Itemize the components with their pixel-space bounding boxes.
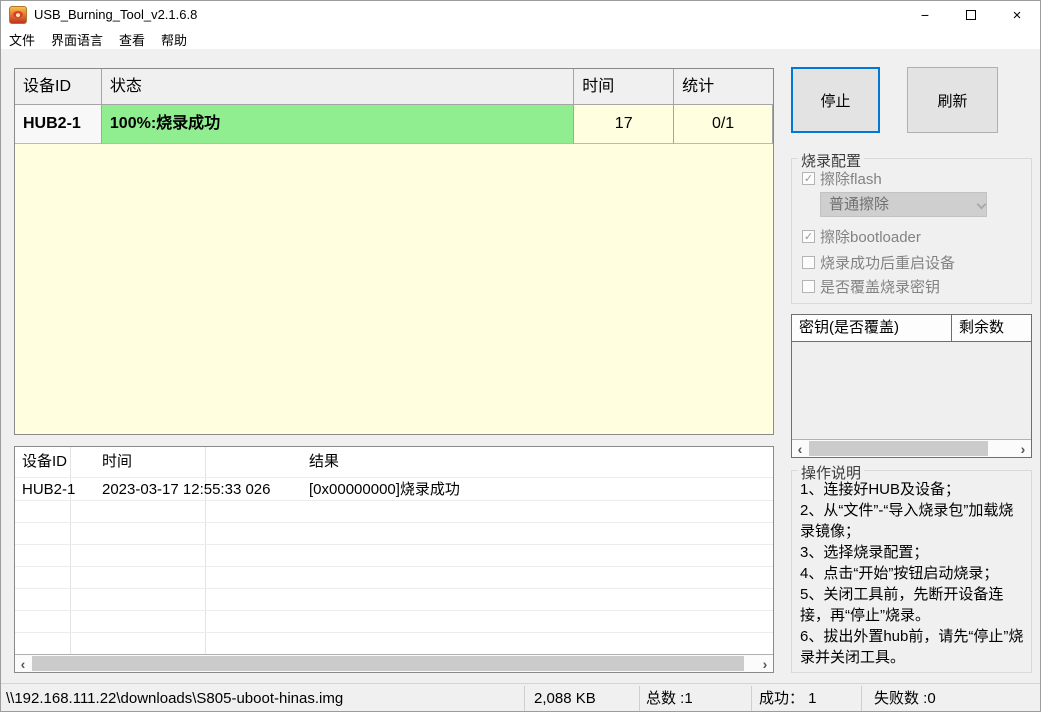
close-icon: × (1012, 6, 1022, 24)
col-log-device-id: 设备ID (22, 453, 68, 470)
checkbox-overwrite-key[interactable]: 是否覆盖烧录密钥 (802, 276, 940, 297)
minimize-icon: − (920, 7, 930, 23)
instruction-line: 4、点击“开始”按钮启动烧录； (800, 565, 999, 582)
instructions-text: 1、连接好HUB及设备； 2、从“文件”-“导入烧录包”加载烧录镜像； 3、选择… (800, 479, 1027, 668)
checkbox-icon (802, 230, 815, 243)
col-device-id: 设备ID (15, 69, 102, 104)
col-log-time: 时间 (102, 453, 133, 470)
instruction-line: 1、连接好HUB及设备； (800, 481, 961, 498)
status-cell: 100%:烧录成功 (101, 105, 575, 144)
image-size: 2,088 KB (534, 690, 596, 707)
checkbox-reboot-after-success[interactable]: 烧录成功后重启设备 (802, 252, 955, 273)
failed-count: 失败数 :0 (874, 690, 936, 707)
statusbar-divider (861, 686, 862, 711)
statusbar: \\192.168.111.22\downloads\S805-uboot-hi… (1, 683, 1040, 711)
table-row[interactable]: HUB2-1 100%:烧录成功 17 0/1 (15, 105, 773, 144)
checkbox-label: 擦除bootloader (820, 229, 921, 246)
window-title: USB_Burning_Tool_v2.1.6.8 (34, 7, 198, 22)
instructions-group: 操作说明 1、连接好HUB及设备； 2、从“文件”-“导入烧录包”加载烧录镜像；… (791, 462, 1032, 673)
log-table-body: HUB2-1 2023-03-17 12:55:33 026 [0x000000… (15, 479, 773, 654)
key-table-hscrollbar[interactable]: ‹ › (792, 439, 1031, 457)
menu-help[interactable]: 帮助 (161, 30, 187, 49)
titlebar: USB_Burning_Tool_v2.1.6.8 − × (1, 1, 1040, 29)
checkbox-erase-flash[interactable]: 擦除flash (802, 168, 882, 189)
stats-cell: 0/1 (674, 105, 773, 144)
menubar: 文件 界面语言 查看 帮助 (1, 29, 1040, 49)
device-table-header: 设备ID 状态 时间 统计 (15, 69, 773, 105)
col-remaining: 剩余数 (959, 319, 1005, 336)
log-table: 设备ID 时间 结果 HUB2-1 2023-03-17 12:55:33 02… (14, 446, 774, 673)
app-window: USB_Burning_Tool_v2.1.6.8 − × 文件 界面语言 查看… (0, 0, 1041, 712)
log-table-header: 设备ID 时间 结果 (15, 447, 773, 478)
checkbox-icon (802, 172, 815, 185)
device-id-cell: HUB2-1 (15, 105, 102, 144)
col-stats: 统计 (682, 78, 715, 95)
scrollbar-thumb[interactable] (809, 441, 988, 456)
col-key-overwrite: 密钥(是否覆盖) (792, 315, 952, 341)
menu-language[interactable]: 界面语言 (51, 30, 103, 49)
instruction-line: 2、从“文件”-“导入烧录包”加载烧录镜像； (800, 502, 1014, 540)
device-progress-table: 设备ID 状态 时间 统计 HUB2-1 100%:烧录成功 17 0/1 (14, 68, 774, 435)
instruction-line: 3、选择烧录配置； (800, 544, 929, 561)
statusbar-divider (524, 686, 525, 711)
instruction-line: 5、关闭工具前，先断开设备连接，再“停止”烧录。 (800, 586, 1004, 624)
scroll-right-icon[interactable]: › (1015, 440, 1031, 457)
col-time: 时间 (574, 69, 675, 104)
close-button[interactable]: × (994, 1, 1040, 29)
scroll-right-icon[interactable]: › (757, 655, 773, 672)
checkbox-label: 擦除flash (820, 171, 882, 188)
image-path: \\192.168.111.22\downloads\S805-uboot-hi… (6, 690, 344, 707)
time-cell: 17 (574, 105, 675, 144)
statusbar-divider (751, 686, 752, 711)
checkbox-erase-bootloader[interactable]: 擦除bootloader (802, 226, 921, 247)
checkbox-icon (802, 256, 815, 269)
scrollbar-thumb[interactable] (32, 656, 744, 671)
checkbox-label: 烧录成功后重启设备 (820, 255, 956, 272)
log-result-cell: [0x00000000]烧录成功 (309, 481, 460, 498)
window-controls: − × (902, 1, 1040, 29)
maximize-button[interactable] (948, 1, 994, 29)
total-count: 总数 :1 (646, 690, 693, 707)
scroll-left-icon[interactable]: ‹ (792, 440, 808, 457)
key-table-header: 密钥(是否覆盖) 剩余数 (792, 315, 1031, 342)
refresh-button[interactable]: 刷新 (907, 67, 998, 133)
checkbox-icon (802, 280, 815, 293)
menu-view[interactable]: 查看 (119, 30, 145, 49)
statusbar-divider (639, 686, 640, 711)
stop-button[interactable]: 停止 (791, 67, 880, 133)
checkbox-label: 是否覆盖烧录密钥 (820, 279, 941, 296)
instruction-line: 6、拔出外置hub前，请先“停止”烧录并关闭工具。 (800, 628, 1024, 666)
erase-mode-select[interactable]: 普通擦除 (820, 192, 987, 217)
maximize-icon (966, 10, 976, 20)
burn-config-group: 烧录配置 擦除flash 普通擦除 擦除bootloader 烧录成功后重启设备… (791, 150, 1032, 304)
minimize-button[interactable]: − (902, 1, 948, 29)
key-table: 密钥(是否覆盖) 剩余数 ‹ › (791, 314, 1032, 458)
col-status: 状态 (102, 69, 575, 104)
app-icon (9, 6, 27, 24)
success-count: 成功： 1 (759, 690, 817, 707)
log-table-hscrollbar[interactable]: ‹ › (15, 654, 773, 672)
table-row[interactable]: HUB2-1 2023-03-17 12:55:33 026 [0x000000… (15, 479, 773, 501)
menu-file[interactable]: 文件 (9, 30, 35, 49)
scroll-left-icon[interactable]: ‹ (15, 655, 31, 672)
log-time-cell: 2023-03-17 12:55:33 026 (102, 481, 271, 498)
col-log-result: 结果 (309, 453, 340, 470)
log-device-id-cell: HUB2-1 (22, 481, 76, 498)
